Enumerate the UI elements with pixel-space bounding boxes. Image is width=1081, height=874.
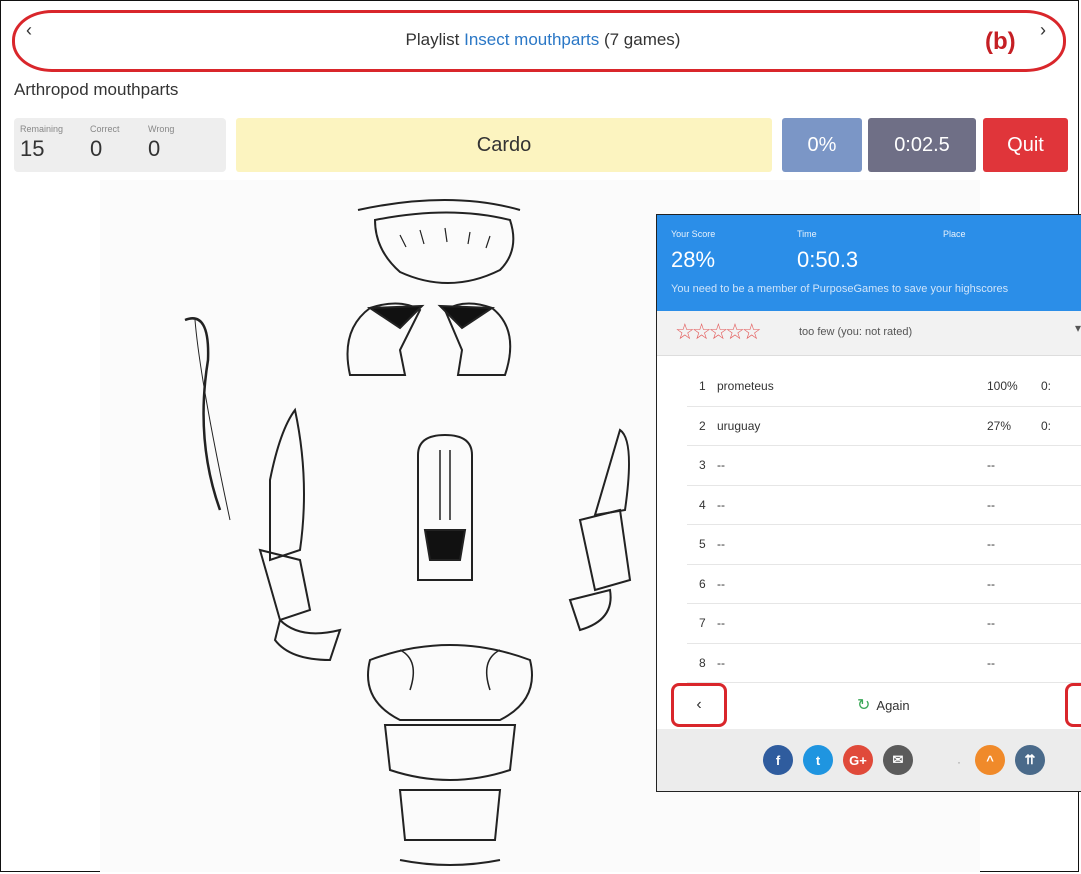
rank-cell: 2 [699,418,706,433]
score-cell: -- [987,537,995,551]
table-row: 3 -- -- [687,446,1081,486]
rank-cell: 4 [699,497,706,512]
share-bar: f t G+ ✉ ^ ⇈ · [657,729,1081,791]
timer-badge: 0:02.5 [868,118,976,172]
playlist-bar: ‹ Playlist Insect mouthparts (7 games) (… [8,6,1072,72]
annotation-marker-b: (b) [985,28,1016,55]
score-cell: -- [987,655,995,670]
email-icon[interactable]: ✉ [883,745,913,775]
score-cell: -- [987,458,995,472]
rating-caret-icon[interactable]: ▾ [1075,321,1081,335]
results-next-button[interactable] [1065,683,1081,727]
table-row: 4 -- -- [687,486,1081,525]
playlist-next-button[interactable]: › [1040,20,1046,41]
score-cell: 27% [987,418,1012,433]
playlist-title: Playlist Insect mouthparts (7 games) [8,30,1078,50]
stats-box: Remaining 15 Correct 0 Wrong 0 [14,118,226,172]
name-cell: -- [717,537,725,551]
results-prev-button[interactable]: ‹ [671,683,727,727]
score-cell: -- [987,497,995,512]
wrong-label: Wrong [148,124,175,134]
again-button[interactable]: ↻ Again [857,695,910,715]
name-cell: prometeus [717,379,774,393]
scroll-top-icon[interactable]: ⇈ [1015,745,1045,775]
place-label: Place [943,229,966,239]
playlist-prefix: Playlist [405,30,465,49]
stat-correct: Correct 0 [90,124,120,162]
quit-button[interactable]: Quit [983,118,1068,172]
table-row: 5 -- -- [687,525,1081,565]
facebook-icon[interactable]: f [763,745,793,775]
rating-text: too few (you: not rated) [799,326,913,338]
game-title: Arthropod mouthparts [14,80,179,99]
refresh-icon: ↻ [857,697,871,714]
table-row: 1 prometeus 100% 0: [687,367,1081,407]
rank-cell: 8 [699,655,706,670]
table-row: 7 -- -- [687,604,1081,644]
remaining-value: 15 [20,136,45,161]
scroll-up-icon[interactable]: ^ [975,745,1005,775]
name-cell: -- [717,616,725,630]
table-row: 2 uruguay 27% 0: [687,407,1081,446]
score-cell: 100% [987,379,1018,393]
results-header: Your Score 28% Time 0:50.3 Place You nee… [657,215,1081,311]
name-cell: -- [717,458,725,472]
correct-value: 0 [90,136,103,161]
rating-bar: ☆☆☆☆☆ too few (you: not rated) ▾ [657,311,1081,356]
wrong-value: 0 [148,136,161,161]
highscore-note: You need to be a member of PurposeGames … [671,283,1009,295]
results-nav: ‹ ↻ Again [657,677,1081,731]
again-label: Again [876,698,910,713]
time-label: Time [797,229,817,239]
name-cell: -- [717,655,725,670]
rank-cell: 1 [699,379,706,393]
playlist-link[interactable]: Insect mouthparts [464,30,599,49]
score-cell: -- [987,576,995,591]
name-cell: -- [717,497,725,512]
remaining-label: Remaining [20,124,64,134]
rank-cell: 3 [699,458,706,472]
table-row: 6 -- -- [687,565,1081,604]
stat-wrong: Wrong 0 [148,124,174,162]
time-cell: 0: [1041,418,1052,433]
rank-cell: 5 [699,537,706,551]
star-rating[interactable]: ☆☆☆☆☆ [675,319,762,345]
share-separator: · [957,755,961,769]
rank-cell: 7 [699,616,706,630]
rank-cell: 6 [699,576,706,591]
playlist-count: (7 games) [599,30,681,49]
results-panel: Your Score 28% Time 0:50.3 Place You nee… [656,214,1081,792]
question-prompt: Cardo [236,118,772,172]
time-cell: 0: [1041,379,1052,393]
score-value: 28% [671,247,716,272]
score-cell: -- [987,616,995,630]
percent-badge: 0% [782,118,862,172]
google-plus-icon[interactable]: G+ [843,745,873,775]
score-label: Your Score [671,229,716,239]
name-cell: -- [717,576,725,591]
name-cell: uruguay [717,418,761,433]
leaderboard: 1 prometeus 100% 0: 2 uruguay 27% 0: 3 -- -- 4 -- -- 5… [687,367,1081,683]
twitter-icon[interactable]: t [803,745,833,775]
stat-remaining: Remaining 15 [20,124,63,162]
time-value: 0:50.3 [797,247,859,272]
correct-label: Correct [90,124,120,134]
